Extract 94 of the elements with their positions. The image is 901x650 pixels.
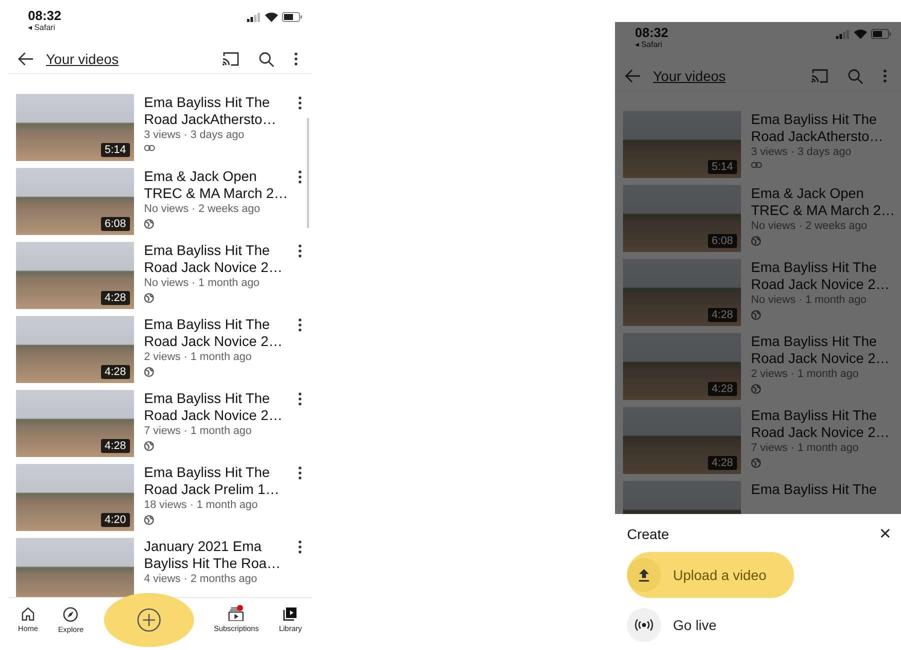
globe-icon xyxy=(144,441,154,451)
video-stats: 18 views · 1 month ago xyxy=(144,499,259,511)
video-title[interactable]: Ema & Jack Open TREC & MA March 2… xyxy=(144,168,292,202)
video-stats: 3 views · 3 days ago xyxy=(751,146,852,158)
duration-badge: 5:14 xyxy=(100,143,130,157)
globe-icon xyxy=(144,219,154,229)
globe-icon xyxy=(144,293,154,303)
video-title[interactable]: Ema Bayliss Hit The Road Jack Novice 2… xyxy=(751,333,899,367)
globe-icon xyxy=(751,236,761,246)
link-icon xyxy=(144,145,155,151)
video-title[interactable]: Ema Bayliss Hit The Road Jack Novice 2… xyxy=(144,390,292,424)
link-icon xyxy=(751,162,762,168)
back-to-app-link[interactable]: ◂ Safari xyxy=(28,23,62,32)
video-thumbnail[interactable]: 6:08 xyxy=(623,185,741,252)
duration-badge: 4:28 xyxy=(708,382,737,396)
signal-icon xyxy=(247,12,261,22)
status-time: 08:32 xyxy=(28,8,62,23)
library-icon xyxy=(283,607,298,621)
video-title[interactable]: Ema Bayliss Hit The Road Jack Novice 2… xyxy=(751,259,899,293)
back-to-app-link[interactable]: ◂ Safari xyxy=(635,40,668,49)
home-icon xyxy=(21,607,36,621)
video-thumbnail[interactable]: 6:08 xyxy=(16,168,134,235)
more-options-icon[interactable] xyxy=(298,96,302,110)
status-time: 08:32 xyxy=(635,25,668,40)
video-stats: No views · 1 month ago xyxy=(144,277,261,289)
more-options-icon[interactable] xyxy=(298,466,302,480)
more-options-icon[interactable] xyxy=(298,244,302,258)
video-stats: 2 views · 1 month ago xyxy=(144,351,253,363)
video-thumbnail[interactable]: 5:14 xyxy=(623,111,741,178)
globe-icon xyxy=(751,458,761,468)
video-stats: 3 views · 3 days ago xyxy=(144,129,246,141)
plus-circle-icon xyxy=(136,608,161,632)
subscriptions-icon xyxy=(228,607,244,621)
video-title[interactable]: January 2021 Ema Bayliss Hit The Roa… xyxy=(144,538,292,572)
video-thumbnail[interactable]: 4:28 xyxy=(16,390,134,457)
video-stats: No views · 2 weeks ago xyxy=(751,220,868,232)
video-thumbnail[interactable] xyxy=(16,538,134,597)
scrollbar[interactable] xyxy=(307,118,309,228)
duration-badge: 6:08 xyxy=(100,217,130,231)
video-thumbnail[interactable]: 4:28 xyxy=(16,242,134,309)
video-stats: No views · 1 month ago xyxy=(751,294,868,306)
video-title[interactable]: Ema Bayliss Hit The Road JackAthersto… xyxy=(144,94,292,128)
sheet-title: Create xyxy=(627,526,670,542)
video-title[interactable]: Ema Bayliss Hit The Road Jack Novice 2… xyxy=(751,407,899,441)
duration-badge: 4:28 xyxy=(100,365,130,379)
page-title: Your videos xyxy=(653,68,727,84)
more-options-icon[interactable] xyxy=(294,52,298,66)
wifi-icon xyxy=(265,12,278,22)
duration-badge: 6:08 xyxy=(708,234,737,248)
video-thumbnail[interactable]: 4:28 xyxy=(623,407,741,474)
go-live-option[interactable]: Go live xyxy=(627,604,727,646)
video-stats: 2 views · 1 month ago xyxy=(751,368,860,380)
search-icon[interactable] xyxy=(259,52,274,66)
globe-icon xyxy=(144,515,154,525)
page-title: Your videos xyxy=(46,51,120,67)
more-options-icon[interactable] xyxy=(298,170,302,184)
video-thumbnail[interactable]: 4:28 xyxy=(623,333,741,400)
compass-icon xyxy=(63,606,78,622)
more-options-icon[interactable] xyxy=(298,540,302,554)
wifi-icon xyxy=(854,29,867,39)
battery-icon xyxy=(282,12,302,22)
video-stats: No views · 2 weeks ago xyxy=(144,203,262,215)
globe-icon xyxy=(751,384,761,394)
duration-badge: 4:20 xyxy=(100,513,130,527)
video-title[interactable]: Ema Bayliss Hit The xyxy=(751,481,899,498)
more-options-icon[interactable] xyxy=(298,392,302,406)
duration-badge: 4:28 xyxy=(100,439,130,453)
duration-badge: 5:14 xyxy=(708,160,737,174)
video-title[interactable]: Ema Bayliss Hit The Road Jack Novice 2… xyxy=(144,316,292,350)
cast-icon[interactable] xyxy=(222,52,239,66)
upload-video-option[interactable]: Upload a video xyxy=(627,552,794,598)
back-arrow-icon[interactable] xyxy=(18,52,34,66)
duration-badge: 4:28 xyxy=(708,308,737,322)
video-thumbnail[interactable]: 5:14 xyxy=(16,94,134,161)
video-stats: 7 views · 1 month ago xyxy=(144,425,253,437)
video-title[interactable]: Ema Bayliss Hit The Road JackAthersto… xyxy=(751,111,899,145)
video-title[interactable]: Ema & Jack Open TREC & MA March 2… xyxy=(751,185,899,219)
broadcast-icon xyxy=(633,619,655,631)
duration-badge: 4:28 xyxy=(708,456,737,470)
video-stats: 4 views · 2 months ago xyxy=(144,573,258,585)
video-thumbnail[interactable]: 4:28 xyxy=(623,259,741,326)
video-stats: 7 views · 1 month ago xyxy=(751,442,860,454)
signal-icon xyxy=(836,30,850,38)
close-button[interactable]: × xyxy=(879,524,891,544)
upload-icon xyxy=(638,568,650,582)
video-thumbnail[interactable]: 4:20 xyxy=(16,464,134,531)
more-options-icon[interactable] xyxy=(298,318,302,332)
video-title[interactable]: Ema Bayliss Hit The Road Jack Prelim 1… xyxy=(144,464,292,498)
duration-badge: 4:28 xyxy=(100,291,130,305)
video-title[interactable]: Ema Bayliss Hit The Road Jack Novice 2… xyxy=(144,242,292,276)
battery-icon xyxy=(871,29,891,39)
globe-icon xyxy=(144,367,154,377)
video-thumbnail[interactable]: 4:28 xyxy=(16,316,134,383)
globe-icon xyxy=(751,310,761,320)
